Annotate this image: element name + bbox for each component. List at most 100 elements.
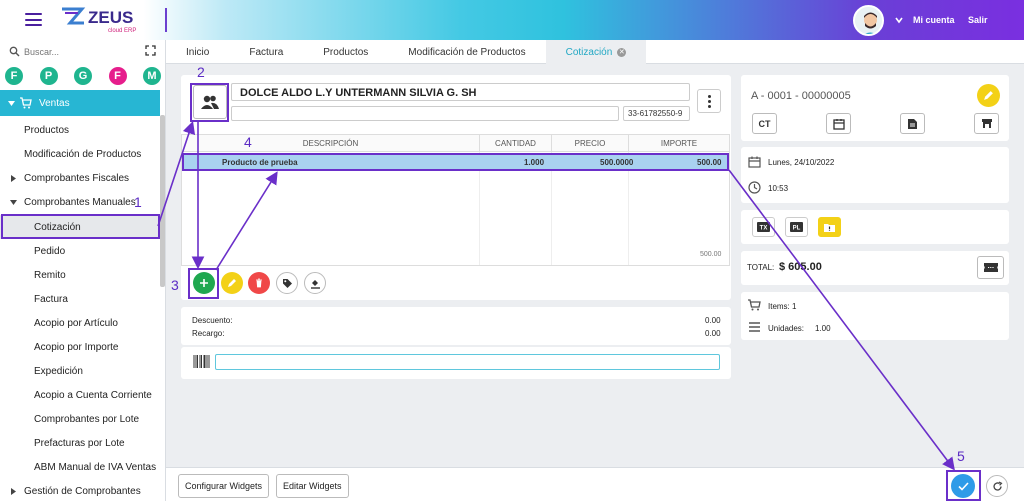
caret-right-icon bbox=[11, 174, 16, 182]
tag-icon bbox=[282, 278, 292, 288]
cart-icon bbox=[748, 299, 761, 311]
total-value: $ 605.00 bbox=[779, 261, 822, 273]
list-icon bbox=[749, 322, 760, 332]
annotation-box-sidebar bbox=[1, 214, 160, 239]
sidebar-item-abm-iva-ventas[interactable]: ABM Manual de IVA Ventas bbox=[0, 455, 160, 479]
quick-link-f-pink[interactable]: F bbox=[108, 67, 127, 85]
sidebar-search-input[interactable] bbox=[24, 44, 134, 60]
column-header-cantidad[interactable]: CANTIDAD bbox=[480, 135, 552, 152]
document-card bbox=[741, 75, 1009, 141]
sidebar-section-label: Ventas bbox=[39, 97, 70, 109]
cart-icon bbox=[20, 97, 32, 109]
sidebar-item-comprobantes-lote[interactable]: Comprobantes por Lote bbox=[0, 407, 160, 431]
sidebar-item-pedido[interactable]: Pedido bbox=[0, 239, 160, 263]
quick-links: F P G F M bbox=[5, 67, 161, 87]
tab-inicio[interactable]: Inicio bbox=[166, 40, 229, 64]
sidebar-item-acopio-importe[interactable]: Acopio por Importe bbox=[0, 335, 160, 359]
calendar-icon bbox=[832, 118, 845, 130]
store-icon bbox=[981, 119, 992, 128]
zeus-logo: ZEUS cloud ERP bbox=[62, 7, 136, 34]
trash-icon bbox=[256, 278, 262, 288]
delete-item-button[interactable] bbox=[248, 272, 270, 294]
tab-productos[interactable]: Productos bbox=[303, 40, 388, 64]
column-header-importe[interactable]: IMPORTE bbox=[629, 135, 729, 152]
pl-icon: PL bbox=[790, 222, 803, 232]
annotation-number-3: 3 bbox=[171, 277, 179, 293]
more-options-icon[interactable] bbox=[697, 89, 721, 113]
annotation-number-2: 2 bbox=[197, 64, 205, 80]
ticket-button[interactable] bbox=[977, 256, 1004, 279]
caret-down-icon bbox=[8, 100, 15, 106]
sidebar-search bbox=[0, 40, 165, 64]
column-header-descripcion[interactable]: DESCRIPCIÓN bbox=[182, 135, 480, 152]
my-account-link[interactable]: Mi cuenta bbox=[913, 15, 955, 25]
logo-subtext: cloud ERP bbox=[108, 28, 136, 34]
sidebar-item-gestion-comprobantes[interactable]: Gestión de Comprobantes bbox=[0, 479, 160, 501]
close-tab-icon[interactable]: ✕ bbox=[617, 47, 627, 57]
sidebar-item-acopio-articulo[interactable]: Acopio por Artículo bbox=[0, 311, 160, 335]
tx-icon: TX bbox=[757, 222, 770, 232]
ticket-icon bbox=[983, 263, 998, 272]
surcharge-value: 0.00 bbox=[705, 329, 721, 338]
edit-document-button[interactable] bbox=[977, 84, 1000, 107]
tab-bar: Inicio Factura Productos Modificación de… bbox=[166, 40, 1024, 64]
items-count: Items: 1 bbox=[768, 302, 797, 311]
document-button[interactable] bbox=[900, 113, 925, 134]
tag-button[interactable] bbox=[276, 272, 298, 294]
ct-button[interactable]: CT bbox=[752, 113, 777, 134]
sidebar-item-comprobantes-fiscales[interactable]: Comprobantes Fiscales bbox=[0, 166, 160, 190]
column-header-precio[interactable]: PRECIO bbox=[552, 135, 629, 152]
chevron-down-icon[interactable] bbox=[895, 16, 903, 24]
clock-icon bbox=[748, 181, 761, 194]
tab-cotizacion[interactable]: Cotización ✕ bbox=[545, 40, 647, 64]
sidebar-item-remito[interactable]: Remito bbox=[0, 263, 160, 287]
tab-factura[interactable]: Factura bbox=[229, 40, 303, 64]
quick-link-f[interactable]: F bbox=[5, 67, 23, 85]
pl-button[interactable]: PL bbox=[785, 217, 808, 237]
sidebar-scrollbar[interactable] bbox=[160, 115, 165, 287]
edit-item-button[interactable] bbox=[221, 272, 243, 294]
sidebar-item-prefacturas-lote[interactable]: Prefacturas por Lote bbox=[0, 431, 160, 455]
document-date: Lunes, 24/10/2022 bbox=[768, 158, 835, 167]
quick-link-g[interactable]: G bbox=[74, 67, 92, 85]
edit-widgets-button[interactable]: Editar Widgets bbox=[276, 474, 349, 498]
annotation-box-add bbox=[188, 268, 219, 299]
discount-label: Descuento: bbox=[192, 316, 233, 325]
quick-link-p[interactable]: P bbox=[39, 67, 58, 85]
calendar-button[interactable] bbox=[826, 113, 851, 134]
units-value: 1.00 bbox=[815, 324, 831, 333]
sidebar-section-ventas[interactable]: Ventas bbox=[0, 90, 160, 116]
sidebar-item-acopio-cuenta-corriente[interactable]: Acopio a Cuenta Corriente bbox=[0, 383, 160, 407]
annotation-number-1: 1 bbox=[134, 194, 142, 210]
sidebar-item-expedicion[interactable]: Expedición bbox=[0, 359, 160, 383]
logo-text: ZEUS bbox=[88, 8, 133, 27]
sidebar-item-modificacion-productos[interactable]: Modificación de Productos bbox=[0, 142, 160, 166]
svg-text:TX: TX bbox=[760, 226, 768, 232]
discount-value: 0.00 bbox=[705, 316, 721, 325]
grid-footer-total: 500.00 bbox=[700, 251, 722, 258]
folder-alert-icon bbox=[824, 223, 835, 232]
refresh-icon bbox=[992, 480, 1002, 491]
top-bar: ZEUS cloud ERP Mi cuenta Salir bbox=[0, 0, 1024, 40]
store-button[interactable] bbox=[974, 113, 999, 134]
configure-widgets-button[interactable]: Configurar Widgets bbox=[178, 474, 270, 498]
refresh-button[interactable] bbox=[986, 475, 1008, 497]
logout-link[interactable]: Salir bbox=[968, 15, 988, 25]
quick-link-m[interactable]: M bbox=[143, 67, 161, 85]
tab-modificacion-productos[interactable]: Modificación de Productos bbox=[388, 40, 545, 64]
folder-alert-button[interactable] bbox=[818, 217, 841, 237]
expand-icon[interactable] bbox=[145, 45, 156, 56]
hamburger-menu-icon[interactable] bbox=[25, 13, 42, 26]
barcode-input[interactable] bbox=[215, 354, 720, 370]
pencil-icon bbox=[228, 279, 236, 287]
client-cuit-field[interactable]: 33-61782550-9 bbox=[623, 106, 690, 121]
fill-button[interactable] bbox=[304, 272, 326, 294]
tx-button[interactable]: TX bbox=[752, 217, 775, 237]
user-avatar[interactable] bbox=[853, 5, 884, 36]
sidebar-item-productos[interactable]: Productos bbox=[0, 118, 160, 142]
sidebar-item-factura[interactable]: Factura bbox=[0, 287, 160, 311]
caret-down-icon bbox=[10, 199, 17, 205]
client-name-field[interactable]: DOLCE ALDO L.Y UNTERMANN SILVIA G. SH bbox=[231, 83, 690, 101]
client-address-field[interactable] bbox=[231, 106, 619, 121]
calendar-icon bbox=[748, 156, 761, 168]
